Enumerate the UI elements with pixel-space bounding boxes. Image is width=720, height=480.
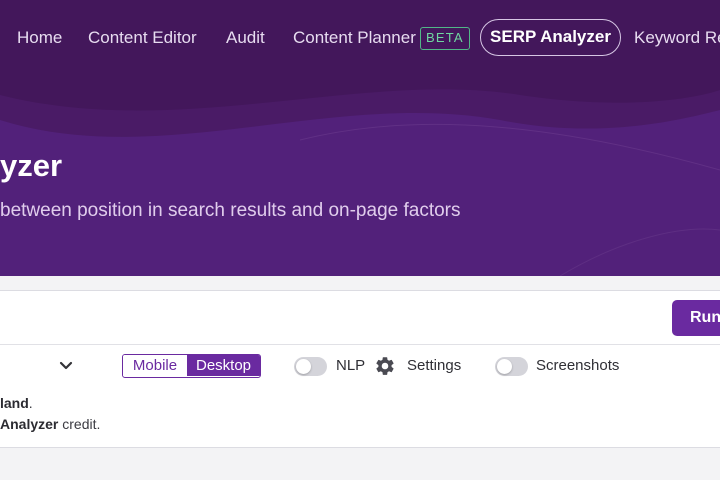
device-desktop-option[interactable]: Desktop [187,355,260,376]
screenshots-toggle-knob [497,359,512,374]
top-navigation: Home Content Editor Audit Content Planne… [0,18,720,58]
beta-badge: BETA [420,27,470,50]
location-name: land [0,395,29,411]
gear-icon[interactable] [374,355,396,377]
screenshots-toggle[interactable] [495,357,528,376]
credit-note-rest: credit. [58,416,101,432]
credit-note: Analyzer credit. [0,416,100,432]
nav-home[interactable]: Home [17,18,62,58]
nav-audit[interactable]: Audit [226,18,265,58]
location-note-rest: . [28,395,33,411]
settings-label[interactable]: Settings [407,357,461,374]
device-toggle: Mobile Desktop [122,354,261,378]
screenshots-label: Screenshots [536,357,620,374]
page-subtitle: between position in search results and o… [0,200,461,221]
credit-product: Analyzer [0,416,59,432]
hero-banner: Home Content Editor Audit Content Planne… [0,0,720,276]
chevron-down-icon[interactable] [58,358,74,374]
nav-keyword-research[interactable]: Keyword Re [634,18,720,58]
nav-content-editor[interactable]: Content Editor [88,18,197,58]
nav-content-planner[interactable]: Content Planner [293,18,416,58]
nlp-label: NLP [336,357,366,374]
run-button[interactable]: Run [672,300,720,336]
nlp-toggle-knob [296,359,311,374]
nlp-toggle[interactable] [294,357,327,376]
device-mobile-option[interactable]: Mobile [123,355,187,376]
query-input[interactable] [0,291,720,345]
nav-serp-analyzer[interactable]: SERP Analyzer [480,19,621,56]
page-title: yzer [0,148,63,183]
location-note: land. [0,395,33,411]
